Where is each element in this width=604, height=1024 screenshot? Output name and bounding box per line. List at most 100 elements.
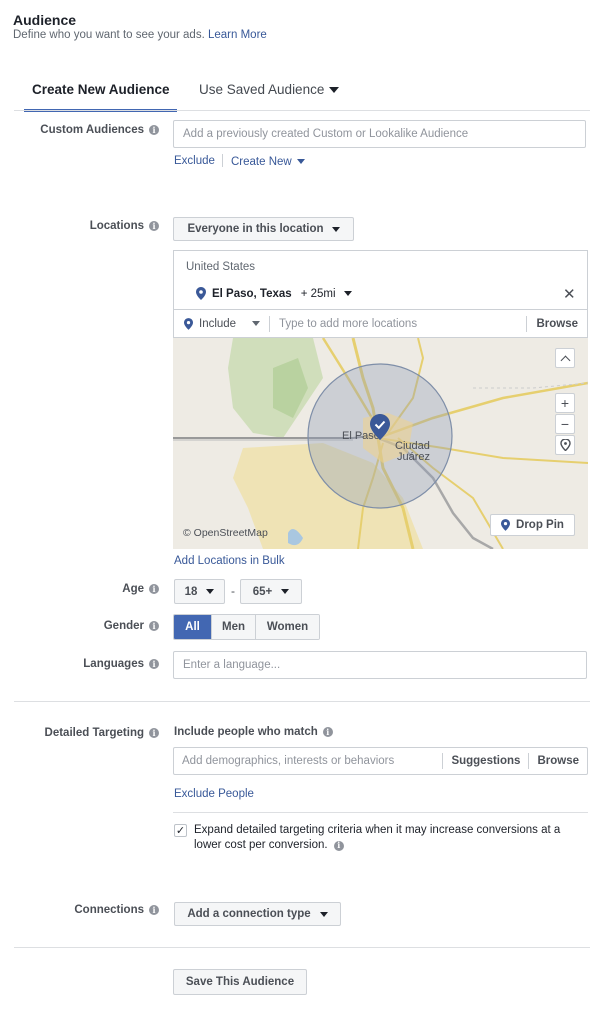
- radius-label: + 25mi: [300, 287, 336, 300]
- location-pin-icon: [501, 519, 511, 531]
- map-attribution: © OpenStreetMap: [183, 527, 268, 539]
- drop-pin-button[interactable]: Drop Pin: [490, 514, 575, 536]
- add-location-bar: Include Type to add more locations Brows…: [173, 309, 588, 338]
- caret-down-icon: [329, 87, 340, 94]
- targeting-input[interactable]: Add demographics, interests or behaviors: [174, 755, 442, 767]
- gender-all-button[interactable]: All: [174, 615, 212, 639]
- section-divider: [14, 947, 590, 948]
- info-icon[interactable]: i: [149, 728, 159, 738]
- close-icon[interactable]: ✕: [563, 285, 576, 303]
- zoom-out-button[interactable]: −: [555, 414, 575, 434]
- caret-down-icon: [296, 159, 305, 165]
- tab-create-new-audience[interactable]: Create New Audience: [24, 82, 177, 112]
- info-icon[interactable]: i: [149, 584, 159, 594]
- info-icon[interactable]: i: [322, 727, 333, 737]
- label-text: Connections: [74, 904, 144, 916]
- heading-text: Include people who match: [174, 726, 318, 738]
- gender-segmented-control: All Men Women: [173, 614, 320, 640]
- include-people-heading: Include people who match i: [174, 726, 333, 738]
- learn-more-link[interactable]: Learn More: [208, 29, 267, 41]
- include-dropdown[interactable]: Include: [174, 318, 269, 330]
- connection-type-dropdown[interactable]: Add a connection type: [174, 902, 341, 926]
- include-label: Include: [199, 317, 237, 330]
- locate-button[interactable]: [555, 435, 575, 455]
- link-divider: [222, 154, 223, 167]
- info-icon[interactable]: i: [149, 125, 159, 135]
- create-new-label: Create New: [231, 156, 292, 168]
- gender-women-button[interactable]: Women: [256, 615, 319, 639]
- expand-targeting-text: Expand detailed targeting criteria when …: [194, 823, 588, 853]
- caret-down-icon: [343, 290, 352, 296]
- location-pin-icon: [184, 317, 193, 330]
- save-audience-button[interactable]: Save This Audience: [173, 969, 307, 995]
- info-icon[interactable]: i: [149, 905, 159, 915]
- connections-label: Connections i: [74, 904, 159, 916]
- label-text: Gender: [103, 620, 144, 632]
- info-icon[interactable]: i: [149, 621, 159, 631]
- browse-targeting-button[interactable]: Browse: [529, 755, 587, 767]
- create-new-dropdown[interactable]: Create New: [231, 156, 305, 168]
- dropdown-label: Add a connection type: [187, 908, 311, 920]
- zoom-in-button[interactable]: +: [555, 393, 575, 413]
- label-text: Custom Audiences: [40, 124, 144, 136]
- location-search-input[interactable]: Type to add more locations: [270, 318, 526, 330]
- page-title: Audience: [13, 12, 77, 28]
- gender-label: Gender i: [104, 620, 159, 632]
- expand-line-2: lower cost per conversion.: [194, 839, 328, 851]
- expand-targeting-checkbox[interactable]: ✓: [174, 824, 187, 837]
- input-placeholder: Enter a language...: [183, 659, 281, 671]
- detailed-targeting-search: Add demographics, interests or behaviors…: [173, 747, 588, 775]
- expand-line-1: Expand detailed targeting criteria when …: [194, 824, 561, 836]
- location-mode-dropdown[interactable]: Everyone in this location: [173, 217, 354, 241]
- map-city2-label: Ciudad Juárez: [395, 441, 430, 463]
- age-label: Age i: [122, 583, 159, 595]
- language-input[interactable]: Enter a language...: [173, 651, 587, 679]
- radius-dropdown[interactable]: + 25mi: [301, 288, 352, 300]
- tab-label: Create New Audience: [32, 82, 170, 97]
- checkmark-icon: ✓: [175, 825, 186, 837]
- location-map[interactable]: El Paso Ciudad Juárez + − © OpenStreetMa…: [173, 338, 588, 549]
- info-icon[interactable]: i: [333, 840, 344, 851]
- age-max-value: 65+: [252, 585, 273, 598]
- collapse-map-button[interactable]: [555, 348, 575, 368]
- label-text: Languages: [83, 658, 144, 670]
- gender-men-button[interactable]: Men: [212, 615, 256, 639]
- map-pin-icon[interactable]: [370, 414, 390, 441]
- location-pin-icon: [196, 287, 206, 300]
- exclude-people-link[interactable]: Exclude People: [174, 788, 254, 800]
- label-text: Locations: [89, 220, 144, 232]
- country-label: United States: [186, 261, 256, 273]
- section-divider: [14, 701, 590, 702]
- caret-down-icon: [252, 321, 261, 326]
- browse-locations-button[interactable]: Browse: [527, 318, 587, 330]
- caret-down-icon: [281, 589, 290, 594]
- label-text: Age: [122, 583, 144, 595]
- age-max-dropdown[interactable]: 65+: [240, 579, 302, 604]
- chevron-up-icon: [560, 355, 570, 365]
- custom-audience-input[interactable]: Add a previously created Custom or Looka…: [173, 120, 586, 148]
- input-placeholder: Add a previously created Custom or Looka…: [183, 128, 469, 140]
- plus-icon: +: [560, 395, 570, 411]
- suggestions-button[interactable]: Suggestions: [443, 755, 528, 767]
- tabs-divider: [14, 110, 590, 111]
- languages-label: Languages i: [83, 658, 159, 670]
- minus-icon: −: [560, 416, 570, 432]
- age-min-value: 18: [184, 585, 198, 598]
- tab-label: Use Saved Audience: [199, 82, 325, 97]
- tab-use-saved-audience[interactable]: Use Saved Audience: [199, 82, 340, 97]
- custom-audiences-label: Custom Audiences i: [40, 124, 159, 136]
- caret-down-icon: [331, 226, 340, 232]
- info-icon[interactable]: i: [149, 221, 159, 231]
- locate-icon: [559, 439, 571, 451]
- info-icon[interactable]: i: [149, 659, 159, 669]
- detailed-targeting-label: Detailed Targeting i: [45, 727, 159, 739]
- caret-down-icon: [206, 589, 215, 594]
- age-min-dropdown[interactable]: 18: [174, 579, 225, 604]
- add-locations-bulk-link[interactable]: Add Locations in Bulk: [174, 555, 285, 567]
- drop-pin-label: Drop Pin: [516, 519, 564, 531]
- exclude-link[interactable]: Exclude: [174, 155, 215, 167]
- subtitle-text: Define who you want to see your ads.: [13, 29, 205, 41]
- selected-location-row: El Paso, Texas + 25mi: [196, 287, 352, 300]
- page-subtitle: Define who you want to see your ads. Lea…: [13, 29, 267, 41]
- locations-label: Locations i: [90, 220, 159, 232]
